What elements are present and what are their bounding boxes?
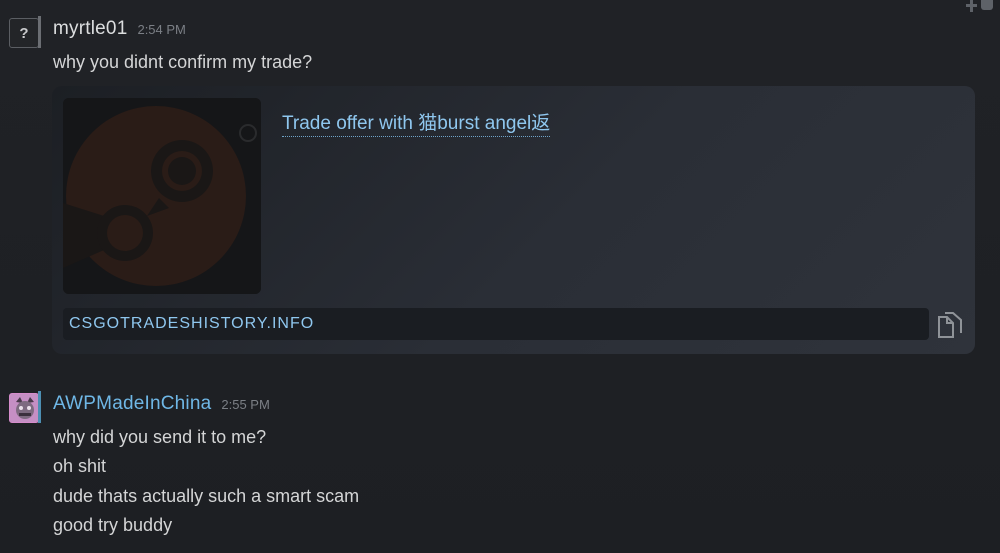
unknown-avatar-glyph: ? (19, 24, 29, 42)
trade-offer-link[interactable]: Trade offer with 猫burst angel返 (282, 108, 551, 137)
avatar[interactable] (9, 393, 39, 423)
message-text: why you didnt confirm my trade? (53, 52, 313, 72)
message-group-awpmadeinchina: AWPMadeInChina 2:55 PM why did you send … (0, 389, 1000, 549)
copy-icon[interactable] (935, 311, 965, 339)
message-text: why did you send it to me? (53, 427, 267, 447)
avatar[interactable]: ? (9, 18, 39, 48)
author-name[interactable]: myrtle01 (53, 18, 127, 40)
link-embed: Trade offer with 猫burst angel返 CSGOTRADE… (52, 86, 975, 354)
chat-log: ? myrtle01 2:54 PM why you didnt confirm… (0, 0, 1000, 553)
embed-url[interactable]: CSGOTRADESHISTORY.INFO (69, 315, 314, 333)
timestamp: 2:55 PM (221, 397, 270, 412)
add-friend-icon[interactable] (966, 0, 998, 14)
message-text: oh shit (53, 456, 107, 476)
message-header: AWPMadeInChina 2:55 PM (53, 393, 270, 415)
author-name[interactable]: AWPMadeInChina (53, 393, 211, 415)
message-header: myrtle01 2:54 PM (53, 18, 186, 40)
embed-url-bar[interactable]: CSGOTRADESHISTORY.INFO (63, 308, 929, 340)
timestamp: 2:54 PM (137, 22, 186, 37)
message-group-myrtle01: ? myrtle01 2:54 PM why you didnt confirm… (0, 14, 1000, 359)
message-text: dude thats actually such a smart scam (53, 486, 360, 506)
message-text: good try buddy (53, 515, 173, 535)
steam-logo-icon[interactable] (63, 98, 261, 294)
status-indicator (38, 16, 41, 48)
status-indicator (38, 391, 41, 423)
